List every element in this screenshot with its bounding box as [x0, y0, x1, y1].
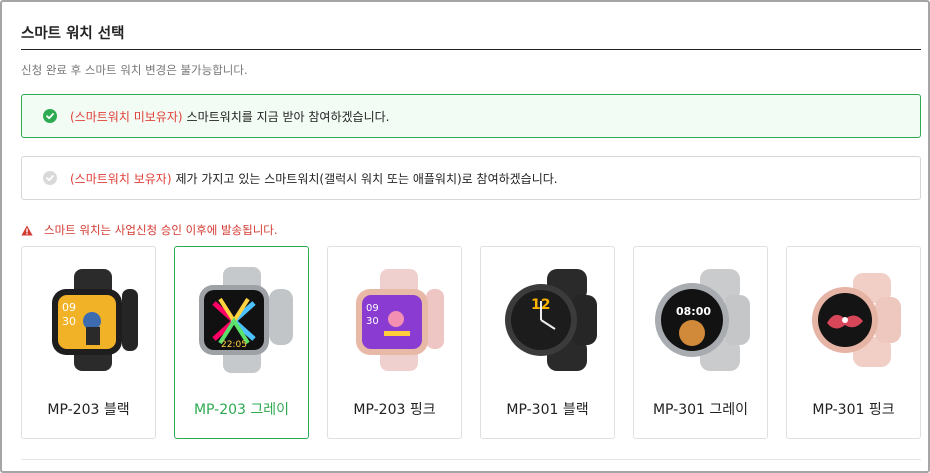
option-own-watch-label: 제가 가지고 있는 스마트워치(갤럭시 워치 또는 애플워치)로 참여하겠습니다…: [175, 171, 558, 186]
section-title: 스마트 워치 선택: [21, 26, 125, 42]
watch-mp301-black-image: 12: [505, 269, 597, 371]
watch-mp203-black-image: 09 30: [52, 269, 138, 371]
warning-triangle-icon: [21, 225, 33, 235]
watch-label: MP-203 그레이: [193, 402, 290, 418]
watch-mp203-pink-image: 09 30: [356, 269, 444, 371]
watch-selection-panel: 스마트 워치 선택 신청 완료 후 스마트 워치 변경은 불가능합니다. (스마…: [0, 0, 930, 473]
watch-mp301-gray-image: 08:00: [655, 269, 750, 371]
check-circle-icon: [43, 109, 57, 123]
bottom-divider: [21, 459, 921, 460]
watch-card-mp301-pink[interactable]: MP-301 핑크: [786, 246, 921, 439]
change-notice: 신청 완료 후 스마트 워치 변경은 불가능합니다.: [21, 63, 248, 77]
svg-text:22:05: 22:05: [221, 340, 247, 350]
svg-text:30: 30: [62, 315, 76, 328]
watch-card-mp301-gray[interactable]: 08:00 MP-301 그레이: [633, 246, 768, 439]
shipping-warning-text: 스마트 워치는 사업신청 승인 이후에 발송됩니다.: [44, 223, 278, 237]
shipping-warning: 스마트 워치는 사업신청 승인 이후에 발송됩니다.: [21, 222, 278, 238]
option-no-watch[interactable]: (스마트워치 미보유자) 스마트워치를 지금 받아 참여하겠습니다.: [21, 94, 921, 138]
watch-label: MP-203 블랙: [47, 402, 130, 418]
check-circle-icon: [43, 171, 57, 185]
watch-label: MP-203 핑크: [353, 402, 436, 418]
svg-text:09: 09: [62, 301, 76, 314]
watch-mp301-pink-image: [812, 273, 901, 367]
watch-card-mp301-black[interactable]: 12 MP-301 블랙: [480, 246, 615, 439]
option-own-watch-tag: (스마트워치 보유자): [70, 171, 172, 186]
watch-card-mp203-black[interactable]: 09 30 MP-203 블랙: [21, 246, 156, 439]
watch-label: MP-301 그레이: [652, 402, 749, 418]
title-divider: [21, 49, 921, 50]
watch-mp203-gray-image: 22:05: [199, 267, 293, 373]
watch-label: MP-301 핑크: [812, 402, 895, 418]
option-no-watch-label: 스마트워치를 지금 받아 참여하겠습니다.: [186, 109, 390, 124]
watch-card-mp203-pink[interactable]: 09 30 MP-203 핑크: [327, 246, 462, 439]
svg-text:08:00: 08:00: [676, 305, 711, 318]
watch-card-list: 09 30 MP-203 블랙 22:05 MP-203 그레이 09 30 M…: [21, 246, 921, 439]
watch-label: MP-301 블랙: [506, 402, 589, 418]
option-no-watch-tag: (스마트워치 미보유자): [70, 109, 183, 124]
option-own-watch[interactable]: (스마트워치 보유자) 제가 가지고 있는 스마트워치(갤럭시 워치 또는 애플…: [21, 156, 921, 200]
svg-text:30: 30: [366, 316, 379, 327]
svg-text:09: 09: [366, 303, 379, 314]
watch-card-mp203-gray[interactable]: 22:05 MP-203 그레이: [174, 246, 309, 439]
